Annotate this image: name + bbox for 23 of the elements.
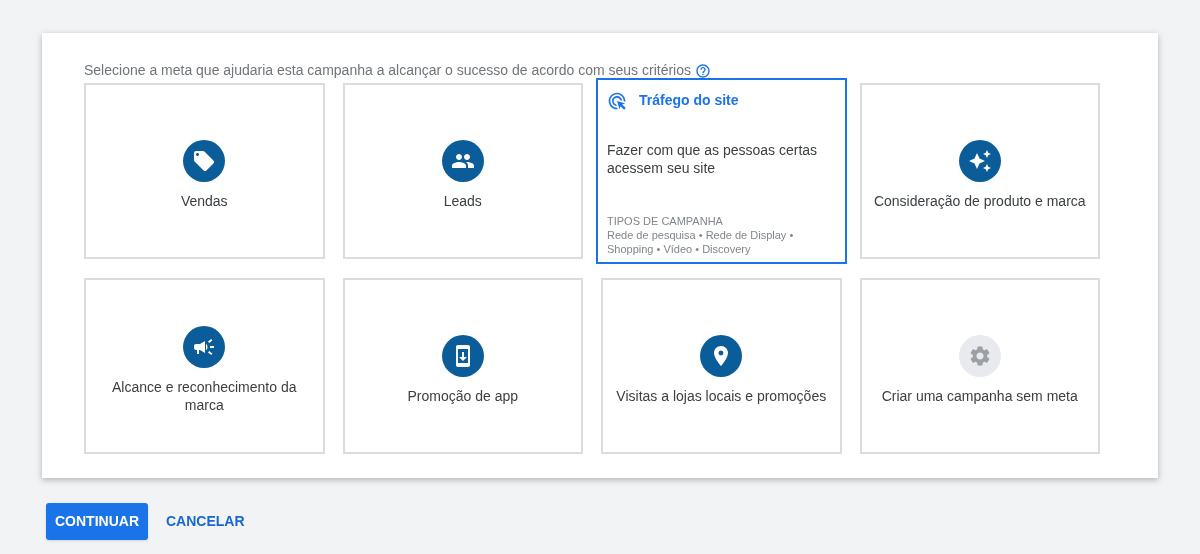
- prompt-text: Selecione a meta que ajudaria esta campanha a alcançar o sucesso de acordo com seus critérios: [84, 61, 691, 80]
- goal-tile[interactable]: Tráfego do site Fazer com que as pessoas certas acessem seu site TIPOS DE CAMPANHA Rede de pesquisa • Rede de Display • Shopping • Vídeo • Discovery: [596, 78, 847, 264]
- goal-tile[interactable]: Consideração de produto e marca: [859, 83, 1100, 259]
- goal-label: Visitas a lojas locais e promoções: [616, 387, 827, 405]
- goal-label: Consideração de produto e marca: [873, 192, 1086, 210]
- goal-label: Leads: [443, 192, 482, 210]
- goal-tile[interactable]: Visitas a lojas locais e promoções: [601, 278, 842, 454]
- goal-tile[interactable]: Criar uma campanha sem meta: [859, 278, 1100, 454]
- goal-description: Fazer com que as pessoas certas acessem seu site: [607, 141, 819, 177]
- goal-label: Vendas: [180, 192, 228, 210]
- goal-tile[interactable]: Vendas: [84, 83, 325, 259]
- goal-label: Promoção de app: [407, 387, 518, 405]
- continue-button[interactable]: CONTINUAR: [46, 503, 148, 540]
- campaign-types-heading: TIPOS DE CAMPANHA: [607, 214, 724, 228]
- goal-tile[interactable]: Alcance e reconhecimento da marca: [84, 278, 325, 454]
- goal-label: Criar uma campanha sem meta: [881, 387, 1078, 405]
- goal-label: Alcance e reconhecimento da marca: [111, 378, 298, 414]
- cancel-button[interactable]: CANCELAR: [166, 511, 245, 532]
- help-icon[interactable]: [695, 62, 711, 79]
- goal-tile[interactable]: Promoção de app: [342, 278, 583, 454]
- goal-tile[interactable]: Leads: [342, 83, 583, 259]
- campaign-types: Rede de pesquisa • Rede de Display • Shopping • Vídeo • Discovery: [607, 228, 795, 256]
- goal-title: Tráfego do site: [639, 91, 739, 110]
